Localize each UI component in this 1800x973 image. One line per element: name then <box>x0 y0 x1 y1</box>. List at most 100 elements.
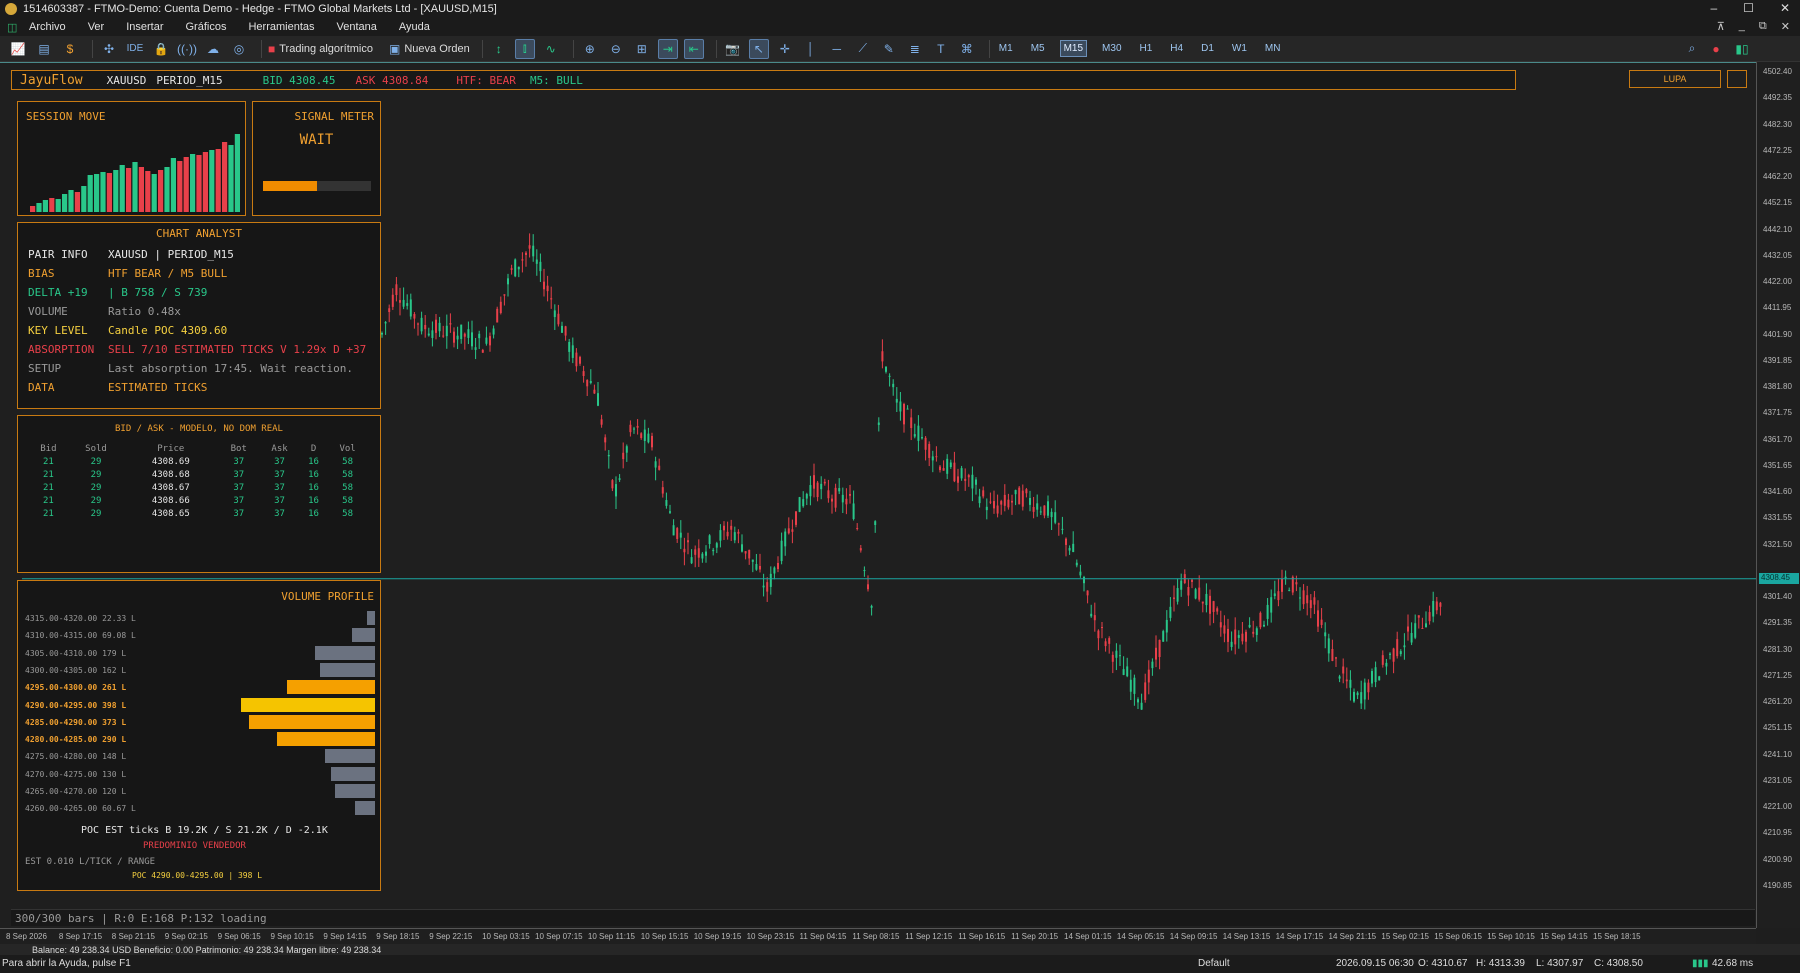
trendline-icon[interactable]: ⟋ <box>853 39 873 59</box>
menu-ayuda[interactable]: Ayuda <box>399 21 430 33</box>
candle-body <box>787 528 790 534</box>
cloud-icon[interactable]: ☁ <box>203 39 223 59</box>
candle-body <box>658 465 661 470</box>
timeframe-m1[interactable]: M1 <box>996 41 1016 56</box>
candle-body <box>521 259 524 261</box>
zoom-in-icon[interactable]: ⊕ <box>580 39 600 59</box>
table-cell: 58 <box>342 456 353 467</box>
table-cell: 29 <box>90 482 102 493</box>
candle-body <box>910 417 913 429</box>
bar-chart-icon[interactable]: ⫾ <box>514 38 535 59</box>
menu-archivo[interactable]: Archivo <box>29 21 66 33</box>
algo-trading-button[interactable]: ■ Trading algorítmico <box>268 39 373 59</box>
candle-body <box>885 366 887 372</box>
candle-body <box>953 462 956 482</box>
candle-body <box>913 434 916 437</box>
candle-body <box>571 345 574 358</box>
menu-herramientas[interactable]: Herramientas <box>248 21 314 33</box>
candle-body <box>1133 677 1136 694</box>
menu-graficos[interactable]: Gráficos <box>186 21 227 33</box>
bar-high: H: 4313.39 <box>1476 958 1525 969</box>
timeframe-mn[interactable]: MN <box>1262 41 1284 56</box>
candle-body <box>654 461 657 468</box>
candle-body <box>1288 589 1291 591</box>
account-icon[interactable]: ▮▯ <box>1732 39 1752 59</box>
candle-body <box>1072 543 1075 553</box>
cursor-icon[interactable]: ↖ <box>748 38 769 59</box>
volume-profile-bar <box>277 732 375 747</box>
pen-icon[interactable]: ✎ <box>879 39 899 59</box>
crosshair-icon[interactable]: ✛ <box>775 39 795 59</box>
minimize-button[interactable]: – <box>1710 1 1717 15</box>
zoom-out-icon[interactable]: ⊖ <box>606 39 626 59</box>
collapse-icon[interactable]: ⊼ <box>1717 20 1725 33</box>
lock-icon[interactable]: 🔒 <box>151 39 171 59</box>
timeframe-h4[interactable]: H4 <box>1167 41 1186 56</box>
volume-profile-row: 4300.00-4305.00 162 L <box>25 662 375 677</box>
channel-icon[interactable]: ≣ <box>905 39 925 59</box>
time-tick-label: 10 Sep 19:15 <box>693 932 742 941</box>
timeframe-h1[interactable]: H1 <box>1137 41 1156 56</box>
signal-icon[interactable]: ((·)) <box>177 39 197 59</box>
line-chart-icon[interactable]: ∿ <box>541 39 561 59</box>
time-tick-label: 8 Sep 21:15 <box>111 932 155 941</box>
notifications-icon[interactable]: ● <box>1706 39 1726 59</box>
search-icon[interactable]: ⌕ <box>1682 39 1702 59</box>
menu-insertar[interactable]: Insertar <box>126 21 163 33</box>
chart-shift-icon[interactable]: ⇤ <box>683 38 704 59</box>
chart-restore-button[interactable]: ⧉ <box>1759 20 1767 33</box>
new-chart-icon[interactable]: 📈 <box>8 39 28 59</box>
strategy-tester-icon[interactable]: ✣ <box>99 39 119 59</box>
candle-body <box>384 322 387 324</box>
terminal-icon[interactable]: ◫ <box>7 21 19 34</box>
time-axis[interactable]: 8 Sep 2026 8 Sep 17:15 8 Sep 21:15 9 Sep 02… <box>0 928 1756 944</box>
globe-icon[interactable]: ◎ <box>229 39 249 59</box>
shapes-icon[interactable]: ⌘ <box>957 39 977 59</box>
maximize-button[interactable]: ☐ <box>1743 1 1754 15</box>
grid-icon[interactable]: ⊞ <box>632 39 652 59</box>
depth-icon[interactable]: ↕ <box>489 39 509 59</box>
candle-body <box>514 259 517 277</box>
ide-button[interactable]: IDE <box>125 39 145 59</box>
timeframe-m30[interactable]: M30 <box>1099 41 1124 56</box>
timeframe-m5[interactable]: M5 <box>1028 41 1048 56</box>
lupa-button[interactable]: LUPA <box>1629 70 1721 88</box>
timeframe-m15[interactable]: M15 <box>1059 40 1088 57</box>
menu-ver[interactable]: Ver <box>88 21 105 33</box>
candle-body <box>1252 631 1255 634</box>
time-tick-label: 8 Sep 2026 <box>6 932 47 941</box>
candle-body <box>1003 494 1006 506</box>
text-icon[interactable]: T <box>931 39 951 59</box>
candle-body <box>874 521 877 525</box>
vertical-line-icon[interactable]: │ <box>801 39 821 59</box>
timeframe-w1[interactable]: W1 <box>1229 41 1250 56</box>
menu-ventana[interactable]: Ventana <box>337 21 377 33</box>
chart-minimize-button[interactable]: _ <box>1739 20 1745 33</box>
table-cell: 21 <box>42 456 54 467</box>
profile-name[interactable]: Default <box>1198 958 1230 969</box>
candle-body <box>777 562 779 570</box>
candle-body <box>967 475 970 478</box>
candle-body <box>1281 578 1283 592</box>
lupa-toggle[interactable] <box>1727 70 1747 88</box>
price-axis[interactable]: 4502.40 4492.35 4482.30 4472.25 4462.20 4452.… <box>1756 62 1800 928</box>
new-order-button[interactable]: ▣ Nueva Orden <box>389 39 470 59</box>
profiles-icon[interactable]: ▤ <box>34 39 54 59</box>
candle-body <box>726 531 729 537</box>
time-tick-label: 9 Sep 14:15 <box>323 932 367 941</box>
volume-profile-row: 4290.00-4295.00 398 L <box>25 697 375 712</box>
auto-scroll-icon[interactable]: ⇥ <box>657 38 678 59</box>
candle-body <box>1353 691 1355 702</box>
chart-close-button[interactable]: ✕ <box>1781 20 1790 33</box>
table-cell: 37 <box>274 456 285 467</box>
market-icon[interactable]: $ <box>60 39 80 59</box>
price-tick-label: 4301.40 <box>1763 592 1792 602</box>
screenshot-icon[interactable]: 📷 <box>723 39 743 59</box>
timeframe-d1[interactable]: D1 <box>1198 41 1217 56</box>
table-cell: 58 <box>342 469 353 480</box>
close-button[interactable]: ✕ <box>1780 1 1790 15</box>
candle-body <box>852 503 855 520</box>
candle-body <box>1255 628 1258 635</box>
horizontal-line-icon[interactable]: ─ <box>827 39 847 59</box>
candle-body <box>1385 662 1388 667</box>
